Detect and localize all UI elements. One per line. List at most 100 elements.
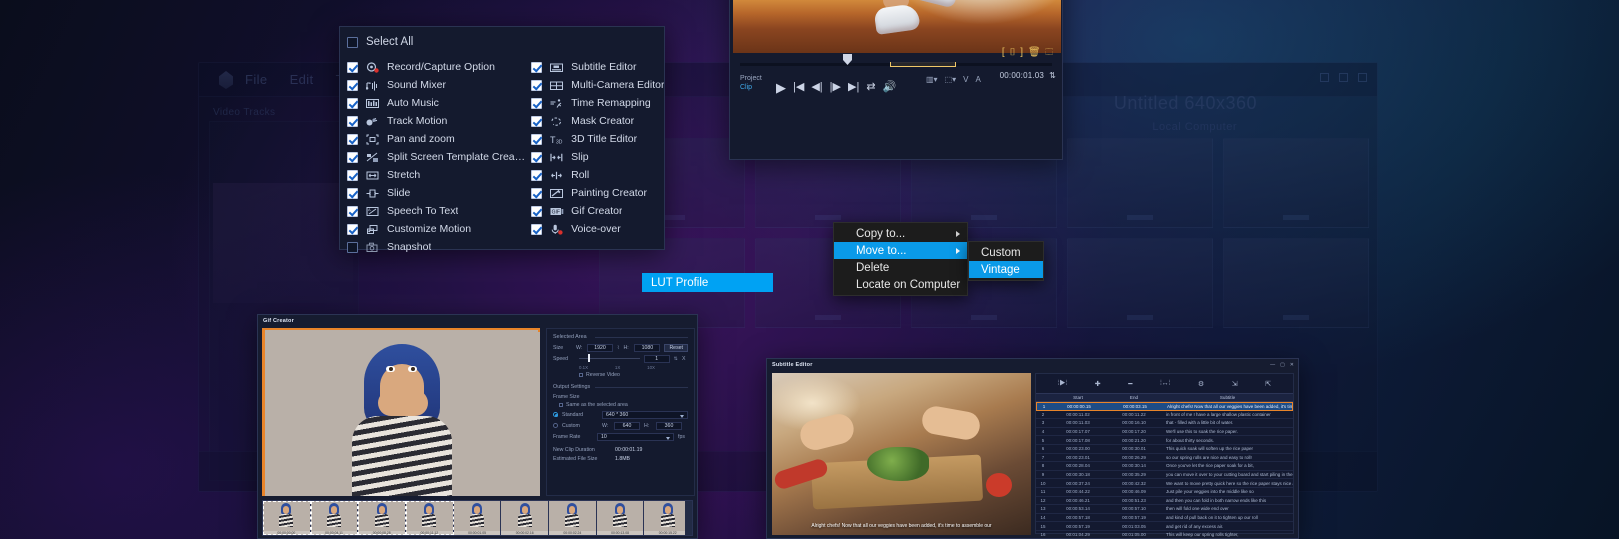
timeline-frame[interactable]: 00:00:02.24	[549, 501, 597, 535]
row-end[interactable]: 00:00:30.01	[1106, 446, 1162, 451]
context-menu[interactable]: Copy to... Move to... Delete Locate on C…	[833, 222, 968, 296]
timecode-display[interactable]: 00:00:01.03	[1000, 71, 1044, 80]
feature-item-auto-music[interactable]: Auto Music	[347, 94, 525, 112]
feature-item-pan-and-zoom[interactable]: Pan and zoom	[347, 130, 525, 148]
subtitle-toolbar[interactable]: ⦙▶⦙ ✚ ━ ⦙↔⦙ ⚙ ⇲ ⇱	[1036, 374, 1293, 393]
feature-item-snapshot[interactable]: Snapshot	[347, 238, 525, 256]
feature-item-mask-creator[interactable]: Mask Creator	[531, 112, 664, 130]
row-subtitle[interactable]: This quick soak will soften up the rice …	[1162, 446, 1293, 451]
media-thumbnail[interactable]	[1067, 238, 1213, 328]
row-subtitle[interactable]: that - filled with a little bit of water…	[1162, 420, 1293, 425]
checkbox-pan-and-zoom[interactable]	[347, 133, 358, 145]
settings-icon[interactable]: ⚙	[1198, 380, 1204, 388]
row-subtitle[interactable]: This will keep our spring rolls tighter,	[1162, 532, 1293, 537]
window-controls[interactable]	[1320, 73, 1367, 82]
table-row[interactable]: 9 00:00:30.18 00:00:35.29 you can move i…	[1036, 471, 1293, 480]
table-row[interactable]: 13 00:00:53.14 00:00:57.10 then will fol…	[1036, 505, 1293, 514]
table-row[interactable]: 10 00:00:37.24 00:00:42.32 We want to mo…	[1036, 479, 1293, 488]
row-start[interactable]: 00:00:11.02	[1050, 412, 1106, 417]
table-row[interactable]: 5 00:00:17.08 00:00:21.20 for about thir…	[1036, 436, 1293, 445]
export-icon[interactable]: ⇱	[1265, 380, 1271, 388]
width-input[interactable]: 1920	[586, 343, 613, 352]
row-subtitle[interactable]: We'll use this to soak the rice paper.	[1162, 429, 1293, 434]
table-row[interactable]: 15 00:00:57.19 00:01:03.05 and get rid o…	[1036, 522, 1293, 531]
row-subtitle[interactable]: in front of me I have a large shallow pl…	[1162, 412, 1293, 417]
table-row[interactable]: 2 00:00:11.02 00:00:11.22 in front of me…	[1036, 411, 1293, 420]
audio-track-toggle[interactable]: A	[976, 75, 981, 84]
maximize-icon[interactable]	[1339, 73, 1348, 82]
checkbox-gif-creator[interactable]	[531, 205, 543, 217]
import-icon[interactable]: ⇲	[1232, 380, 1238, 388]
checkbox-roll[interactable]	[531, 169, 543, 181]
feature-item-3d-title-editor[interactable]: T 3D 3D Title Editor	[531, 130, 664, 148]
video-track-toggle[interactable]: V	[963, 75, 968, 84]
row-start[interactable]: 00:00:44.22	[1050, 489, 1106, 494]
feature-item-speech-to-text[interactable]: A Speech To Text	[347, 202, 525, 220]
feature-item-slip[interactable]: Slip	[531, 148, 664, 166]
table-row[interactable]: 4 00:00:17.07 00:00:17.20 We'll use this…	[1036, 428, 1293, 437]
row-start[interactable]: 00:00:57.19	[1050, 524, 1106, 529]
row-end[interactable]: 00:00:42.32	[1106, 481, 1162, 486]
submenu-item-custom[interactable]: Custom	[969, 244, 1043, 261]
row-start[interactable]: 00:00:17.07	[1050, 429, 1106, 434]
row-end[interactable]: 00:01:03.05	[1106, 524, 1162, 529]
row-end[interactable]: 00:00:30.14	[1106, 463, 1162, 468]
row-subtitle[interactable]: for about thirty seconds.	[1162, 438, 1293, 443]
checkbox-time-remapping[interactable]	[531, 97, 543, 109]
reverse-video-checkbox[interactable]	[579, 372, 583, 377]
row-start[interactable]: 00:00:23.00	[1050, 446, 1106, 451]
checkbox-speech-to-text[interactable]	[347, 205, 358, 217]
checkbox-painting-creator[interactable]	[531, 187, 543, 199]
row-subtitle[interactable]: Alright chefs! Now that all our veggies …	[1163, 404, 1292, 409]
checkbox-mask-creator[interactable]	[531, 115, 543, 127]
row-end[interactable]: 00:00:57.19	[1106, 515, 1162, 520]
checkbox-voice-over[interactable]	[531, 223, 543, 235]
link-aspect-icon[interactable]: ⌇	[617, 345, 620, 351]
checkbox-snapshot[interactable]	[347, 241, 358, 253]
row-start[interactable]: 00:00:46.21	[1050, 498, 1106, 503]
minimize-icon[interactable]	[1320, 73, 1329, 82]
checkbox-multi-camera-editor[interactable]	[531, 79, 543, 91]
feature-item-subtitle-editor[interactable]: Subtitle Editor	[531, 58, 664, 76]
checkbox-split-screen-template-creator[interactable]	[347, 151, 358, 163]
row-start[interactable]: 00:00:57.18	[1050, 515, 1106, 520]
feature-item-multi-camera-editor[interactable]: Multi-Camera Editor	[531, 76, 664, 94]
row-end[interactable]: 00:00:03.15	[1107, 404, 1163, 409]
timecode-area[interactable]: 00:00:01.03 ⇅	[1000, 71, 1056, 80]
close-icon[interactable]	[1358, 73, 1367, 82]
playhead-icon[interactable]	[843, 54, 852, 65]
checkbox-subtitle-editor[interactable]	[531, 61, 543, 73]
prev-frame-icon[interactable]: ◀|	[811, 81, 822, 93]
table-row[interactable]: 14 00:00:57.18 00:00:57.19 and kind of p…	[1036, 514, 1293, 523]
feature-item-time-remapping[interactable]: Time Remapping	[531, 94, 664, 112]
row-subtitle[interactable]: then will fold one wide end over	[1162, 506, 1293, 511]
checkbox-record-capture-option[interactable]	[347, 61, 358, 73]
media-thumbnail[interactable]	[1223, 138, 1369, 228]
media-thumbnail[interactable]	[1223, 238, 1369, 328]
gif-crop-selection-border[interactable]	[262, 328, 540, 332]
custom-height-input[interactable]: 360	[656, 421, 682, 430]
same-as-selected-row[interactable]: Same as the selected area	[559, 400, 688, 409]
speed-stepper-icon[interactable]: ⇅	[674, 356, 678, 362]
checkbox-sound-mixer[interactable]	[347, 79, 358, 91]
loop-icon[interactable]: ⇄	[866, 81, 875, 93]
custom-row[interactable]: Custom W: 640 H: 360	[553, 420, 688, 431]
row-end[interactable]: 00:00:35.29	[1106, 472, 1162, 477]
marker-toolbar-icons[interactable]: [ ⌷ ] 🗑 ⬚	[1002, 47, 1054, 58]
row-start[interactable]: 00:00:00.15	[1051, 404, 1107, 409]
submenu-item-vintage[interactable]: Vintage	[969, 261, 1043, 278]
checkbox-3d-title-editor[interactable]	[531, 133, 543, 145]
add-icon[interactable]: ✚	[1095, 380, 1101, 388]
row-start[interactable]: 00:00:30.18	[1050, 472, 1106, 477]
menu-file[interactable]: File	[245, 72, 268, 87]
row-subtitle[interactable]: Just pile your veggies into the middle l…	[1162, 489, 1293, 494]
table-row[interactable]: 6 00:00:23.00 00:00:30.01 This quick soa…	[1036, 445, 1293, 454]
feature-item-record-capture-option[interactable]: Record/Capture Option	[347, 58, 525, 76]
play-icon[interactable]: ▶	[776, 81, 786, 94]
custom-width-input[interactable]: 640	[614, 421, 640, 430]
row-start[interactable]: 00:01:04.29	[1050, 532, 1106, 537]
feature-item-voice-over[interactable]: Voice-over	[531, 220, 664, 238]
row-start[interactable]: 00:00:17.08	[1050, 438, 1106, 443]
timecode-stepper-icon[interactable]: ⇅	[1049, 71, 1056, 80]
next-clip-icon[interactable]: ▶|	[848, 81, 859, 93]
